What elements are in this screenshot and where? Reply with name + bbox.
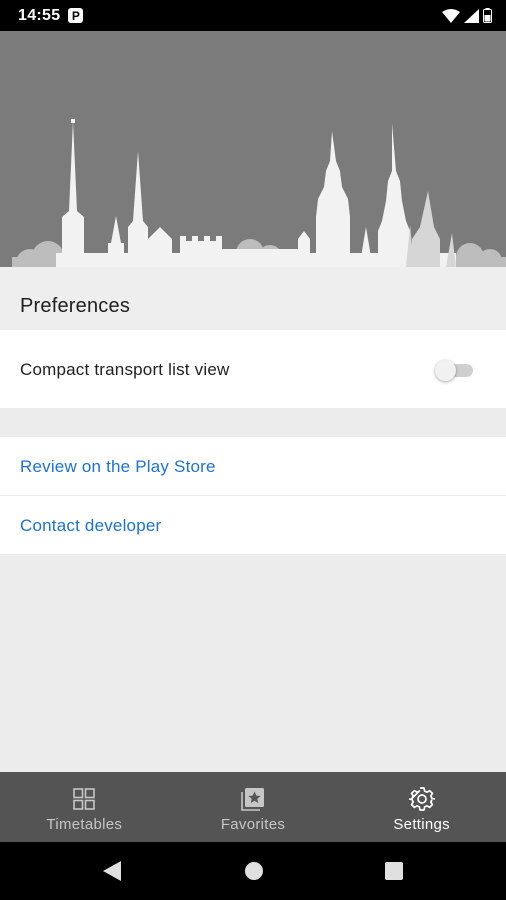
signal-icon <box>464 8 479 23</box>
parking-notification-icon: P <box>68 8 84 23</box>
preferences-section-header: Preferences <box>0 267 506 330</box>
system-navigation-bar <box>0 842 506 900</box>
nav-label-favorites: Favorites <box>220 816 286 833</box>
toggle-thumb <box>435 360 456 381</box>
preferences-title: Preferences <box>20 295 131 317</box>
battery-icon <box>483 8 492 23</box>
nav-label-settings: Settings <box>393 816 450 833</box>
grid-icon <box>70 785 98 813</box>
review-play-store-link[interactable]: Review on the Play Store <box>20 457 216 477</box>
contact-developer-link[interactable]: Contact developer <box>20 516 161 536</box>
nav-item-favorites[interactable]: Favorites <box>169 772 338 842</box>
wifi-icon <box>442 8 460 23</box>
bottom-navigation: Timetables Favorites Settings <box>0 772 506 842</box>
status-icons <box>442 8 492 23</box>
nav-item-timetables[interactable]: Timetables <box>0 772 169 842</box>
status-bar: 14:55 P <box>0 0 506 31</box>
nav-item-settings[interactable]: Settings <box>337 772 506 842</box>
review-play-store-row[interactable]: Review on the Play Store <box>0 437 506 495</box>
gear-icon <box>408 785 436 813</box>
star-card-icon <box>239 785 267 813</box>
nav-label-timetables: Timetables <box>46 816 123 833</box>
compact-list-setting-row[interactable]: Compact transport list view <box>0 330 506 408</box>
compact-list-label: Compact transport list view <box>20 360 230 379</box>
compact-list-toggle[interactable] <box>435 360 475 381</box>
status-time: 14:55 <box>18 6 61 24</box>
skyline-header-image <box>0 31 506 267</box>
back-icon[interactable] <box>102 860 122 882</box>
contact-developer-row[interactable]: Contact developer <box>0 496 506 554</box>
home-icon[interactable] <box>244 860 264 882</box>
section-spacer <box>0 408 506 437</box>
recents-icon[interactable] <box>384 860 404 882</box>
